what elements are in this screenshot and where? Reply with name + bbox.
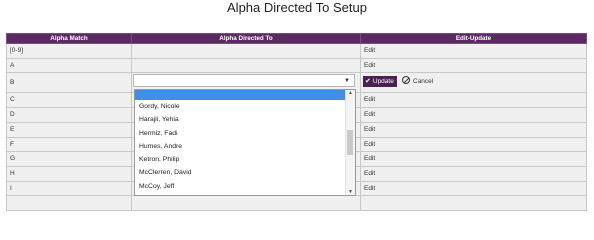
- dropdown-options: Gordy, Nicole Harajli, Yehia Hermiz, Fad…: [135, 100, 347, 193]
- edit-link[interactable]: Edit: [360, 136, 587, 153]
- table-row: A Edit: [6, 57, 587, 74]
- dropdown-option[interactable]: Ketron, Philip: [135, 153, 347, 166]
- alpha-match-cell: D: [6, 107, 132, 123]
- alpha-match-cell: G: [6, 151, 132, 167]
- alpha-match-cell: I: [6, 180, 132, 197]
- table-header-row: Alpha Match Alpha Directed To Edit-Updat…: [6, 33, 587, 44]
- edit-link[interactable]: Edit: [360, 180, 587, 197]
- column-header-alpha-directed-to: Alpha Directed To: [131, 33, 361, 44]
- directed-to-cell: [131, 43, 361, 59]
- scroll-up-arrow-icon[interactable]: ▲: [347, 90, 354, 96]
- alpha-match-cell: [6, 195, 132, 212]
- edit-link[interactable]: Edit: [360, 165, 587, 182]
- scroll-down-arrow-icon[interactable]: ▼: [347, 189, 354, 195]
- cancel-button[interactable]: Cancel: [402, 76, 433, 87]
- edit-link[interactable]: Edit: [360, 43, 587, 59]
- directed-to-dropdown-list: Gordy, Nicole Harajli, Yehia Hermiz, Fad…: [134, 89, 356, 196]
- alpha-match-cell: F: [6, 136, 132, 153]
- alpha-match-cell: [0-9]: [6, 43, 132, 59]
- page-title: Alpha Directed To Setup: [227, 0, 367, 15]
- column-header-alpha-match: Alpha Match: [6, 33, 132, 44]
- dropdown-option[interactable]: Hermiz, Fadi: [135, 127, 347, 140]
- directed-to-cell: [131, 57, 361, 74]
- checkmark-icon: ✔: [365, 78, 371, 85]
- dropdown-option[interactable]: Harajli, Yehia: [135, 113, 347, 126]
- dropdown-option[interactable]: Humes, Andre: [135, 140, 347, 153]
- ban-icon: [402, 76, 410, 84]
- alpha-match-cell: C: [6, 92, 132, 109]
- dropdown-arrow-icon[interactable]: ▼: [344, 76, 350, 86]
- update-button-label: Update: [372, 78, 394, 85]
- scrollbar-thumb[interactable]: [347, 130, 353, 155]
- alpha-match-cell: H: [6, 165, 132, 182]
- edit-link[interactable]: Edit: [360, 57, 587, 74]
- update-button[interactable]: ✔ Update: [363, 76, 397, 87]
- dropdown-option[interactable]: McCoy, Jeff: [135, 180, 347, 193]
- alpha-match-cell: B: [6, 72, 132, 94]
- table-row: [6, 195, 587, 212]
- edit-link[interactable]: Edit: [360, 121, 587, 138]
- dropdown-option-empty-highlighted[interactable]: [135, 90, 347, 100]
- cancel-button-label: Cancel: [413, 78, 434, 85]
- dropdown-option[interactable]: McClerren, David: [135, 166, 347, 179]
- directed-to-select[interactable]: ▼: [133, 74, 355, 87]
- edit-link[interactable]: Edit: [360, 151, 587, 167]
- column-header-edit-update: Edit-Update: [360, 33, 587, 44]
- directed-to-cell: [131, 195, 361, 212]
- edit-link[interactable]: [360, 195, 587, 212]
- dropdown-scrollbar[interactable]: ▲ ▼: [345, 90, 355, 195]
- alpha-match-cell: E: [6, 121, 132, 138]
- edit-link[interactable]: Edit: [360, 92, 587, 109]
- table-row: [0-9] Edit: [6, 43, 587, 59]
- edit-link[interactable]: Edit: [360, 107, 587, 123]
- alpha-match-cell: A: [6, 57, 132, 74]
- dropdown-option[interactable]: Gordy, Nicole: [135, 100, 347, 113]
